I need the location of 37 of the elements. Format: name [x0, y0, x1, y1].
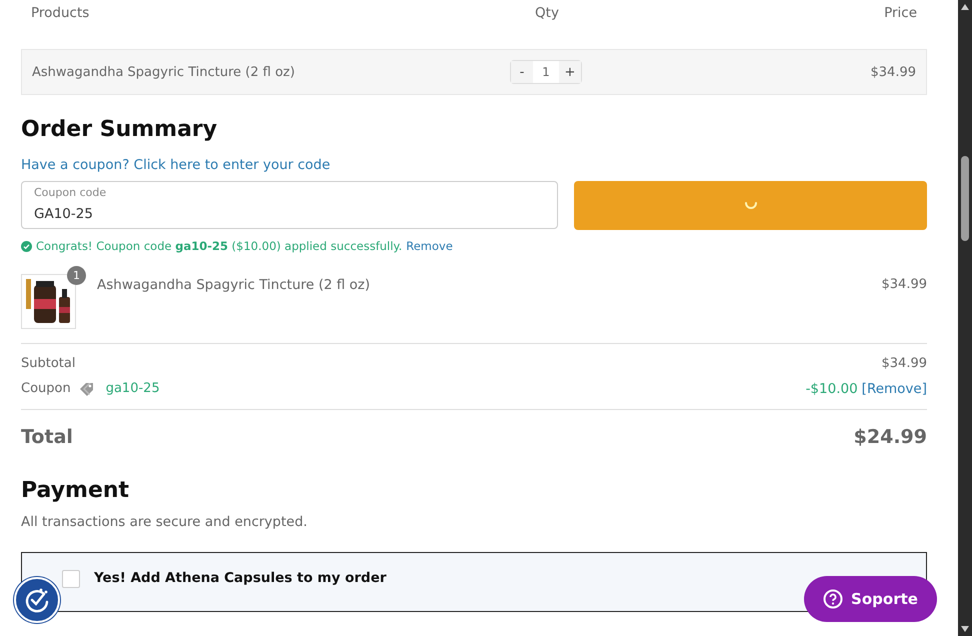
- product-price: $34.99: [882, 276, 927, 292]
- help-icon: [823, 589, 844, 609]
- discount-value: -$10.00: [806, 380, 858, 396]
- field-label: Coupon code: [34, 186, 106, 199]
- coupon-code: ga10-25: [106, 381, 160, 396]
- spinner-icon: [744, 202, 756, 209]
- scroll-up-icon[interactable]: [961, 4, 969, 10]
- quantity-value: 1: [541, 65, 551, 79]
- scroll-thumb[interactable]: [961, 156, 969, 241]
- remove-link[interactable]: [Remove]: [862, 380, 927, 396]
- subtotal-label: Subtotal: [21, 356, 76, 371]
- product-name: Ashwagandha Spagyric Tincture (2 fl oz): [97, 276, 372, 293]
- product-price: $34.99: [870, 64, 916, 80]
- coupon-link[interactable]: Have a coupon? Click here to enter your code: [21, 157, 330, 173]
- checkbox[interactable]: [62, 570, 80, 588]
- column-header: Price: [883, 4, 917, 20]
- subtotal-value: $34.99: [882, 356, 927, 371]
- payment-subtitle: All transactions are secure and encrypted.: [21, 514, 308, 530]
- remove-link[interactable]: Remove: [406, 239, 453, 253]
- support-button[interactable]: Soporte: [804, 576, 937, 622]
- decrement-button[interactable]: -: [511, 61, 533, 83]
- section-title: Payment: [21, 478, 130, 505]
- upsell-label: Yes! Add Athena Capsules to my order: [94, 570, 388, 586]
- accessibility-button[interactable]: [14, 577, 60, 623]
- product-name: Ashwagandha Spagyric Tincture (2 fl oz): [32, 64, 296, 80]
- success-message: Congrats! Coupon code ga10-25 ($10.00) applied successfully.: [36, 239, 402, 253]
- coupon-label: Coupon: [21, 381, 71, 396]
- scroll-down-icon[interactable]: [961, 626, 969, 632]
- total-label: Total: [21, 426, 73, 448]
- increment-button[interactable]: +: [559, 61, 581, 83]
- check-circle-icon: [21, 240, 32, 252]
- column-header: Qty: [534, 4, 560, 20]
- scrollbar[interactable]: [958, 0, 972, 636]
- section-title: Order Summary: [21, 117, 218, 144]
- quantity-badge: 1: [67, 266, 86, 285]
- column-header: Products: [31, 4, 90, 20]
- total-value: $24.99: [854, 426, 927, 448]
